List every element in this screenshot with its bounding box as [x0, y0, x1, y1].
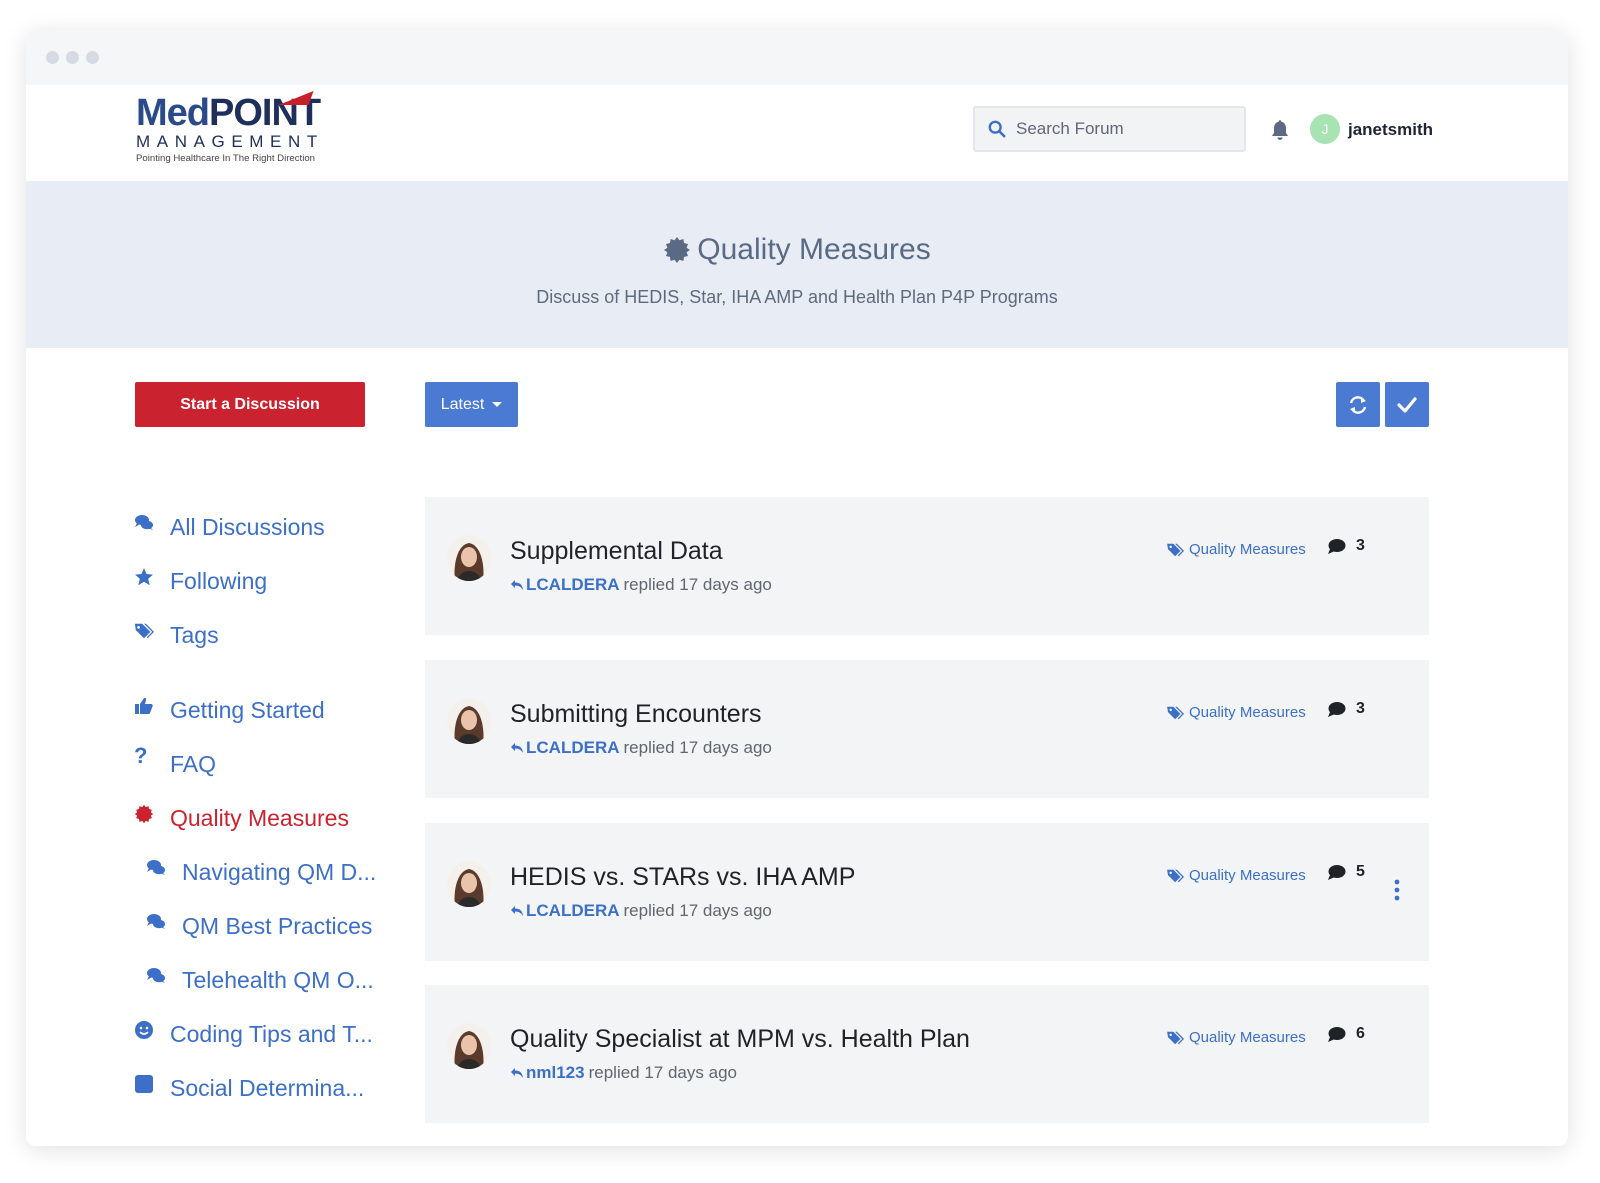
sidebar-item-quality-measures[interactable]: Quality Measures	[134, 791, 394, 845]
discussion-item[interactable]: Submitting Encounters LCALDERA replied 1…	[425, 660, 1429, 798]
sidebar-item-coding-tips[interactable]: Coding Tips and T...	[134, 1007, 394, 1061]
sidebar-item-tags[interactable]: Tags	[134, 608, 394, 662]
start-discussion-button[interactable]: Start a Discussion	[135, 382, 365, 427]
comment-icon	[1328, 864, 1346, 880]
badge-icon	[664, 237, 691, 263]
thumbs-up-icon	[135, 697, 153, 714]
reply-count: 3	[1327, 700, 1365, 718]
author-avatar[interactable]	[447, 1023, 491, 1069]
sidebar-item-social-determinants[interactable]: Social Determina...	[134, 1061, 394, 1115]
reply-icon	[511, 743, 523, 753]
question-icon: ?	[134, 743, 148, 768]
sidebar-item-all-discussions[interactable]: All Discussions	[134, 500, 394, 554]
reply-user-link[interactable]: nml123	[526, 1063, 585, 1083]
category-hero: Quality Measures Discuss of HEDIS, Star,…	[26, 181, 1568, 348]
discussion-item[interactable]: HEDIS vs. STARs vs. IHA AMP LCALDERA rep…	[425, 823, 1429, 961]
reply-user-link[interactable]: LCALDERA	[526, 575, 620, 595]
bell-icon[interactable]	[1270, 119, 1290, 141]
search-input[interactable]	[1016, 119, 1236, 139]
refresh-icon	[1349, 395, 1367, 414]
author-avatar[interactable]	[447, 861, 491, 907]
reply-icon	[511, 906, 523, 916]
search-icon	[988, 120, 1006, 138]
window-titlebar	[26, 30, 1568, 85]
reply-icon	[511, 1068, 523, 1078]
comments-icon	[147, 968, 165, 983]
sidebar-item-following[interactable]: Following	[134, 554, 394, 608]
author-avatar[interactable]	[447, 698, 491, 744]
comments-icon	[147, 914, 165, 929]
caret-down-icon	[492, 402, 503, 407]
site-header: MedPOINT MANAGEMENT Pointing Healthcare …	[26, 85, 1568, 181]
logo-flag-icon	[278, 91, 314, 105]
sidebar-item-telehealth-qm[interactable]: Telehealth QM O...	[134, 953, 394, 1007]
refresh-button[interactable]	[1336, 382, 1380, 427]
square-icon	[135, 1075, 153, 1093]
more-options-icon[interactable]	[1393, 879, 1401, 901]
comment-icon	[1328, 1026, 1346, 1042]
sidebar-item-qm-best-practices[interactable]: QM Best Practices	[134, 899, 394, 953]
reply-count: 3	[1327, 537, 1365, 555]
tag-label[interactable]: Quality Measures	[1166, 541, 1306, 558]
star-icon	[135, 568, 153, 586]
reply-count: 6	[1327, 1025, 1365, 1043]
comment-icon	[1328, 701, 1346, 717]
reply-user-link[interactable]: LCALDERA	[526, 901, 620, 921]
browser-window: MedPOINT MANAGEMENT Pointing Healthcare …	[26, 30, 1568, 1146]
sidebar-item-getting-started[interactable]: Getting Started	[134, 683, 394, 737]
tag-label[interactable]: Quality Measures	[1166, 1029, 1306, 1046]
reply-user-link[interactable]: LCALDERA	[526, 738, 620, 758]
tag-label[interactable]: Quality Measures	[1166, 704, 1306, 721]
discussion-item[interactable]: Supplemental Data LCALDERA replied 17 da…	[425, 497, 1429, 635]
tags-icon	[1167, 706, 1184, 719]
discussion-meta: nml123 replied 17 days ago	[510, 1063, 737, 1083]
medpoint-logo[interactable]: MedPOINT MANAGEMENT Pointing Healthcare …	[136, 91, 326, 173]
search-box[interactable]	[973, 106, 1246, 152]
tags-icon	[134, 623, 154, 639]
tags-icon	[1167, 1031, 1184, 1044]
sidebar-nav: All Discussions Following Tags Getting S…	[134, 500, 394, 1115]
mark-all-read-button[interactable]	[1385, 382, 1429, 427]
discussion-meta: LCALDERA replied 17 days ago	[510, 575, 772, 595]
window-dot	[46, 51, 59, 64]
window-dot	[66, 51, 79, 64]
avatar[interactable]: J	[1310, 114, 1340, 144]
comments-icon	[147, 860, 165, 875]
reply-count: 5	[1327, 863, 1365, 881]
badge-icon	[134, 804, 154, 824]
window-dot	[86, 51, 99, 64]
reply-icon	[511, 580, 523, 590]
username[interactable]: janetsmith	[1348, 120, 1433, 140]
discussion-meta: LCALDERA replied 17 days ago	[510, 901, 772, 921]
comment-icon	[1328, 538, 1346, 554]
user-portrait-icon	[447, 535, 491, 581]
sidebar-item-faq[interactable]: ? FAQ	[134, 737, 394, 791]
discussion-title[interactable]: Submitting Encounters	[510, 700, 762, 729]
tags-icon	[1167, 869, 1184, 882]
discussion-title[interactable]: Supplemental Data	[510, 537, 723, 566]
smile-icon	[135, 1021, 153, 1039]
discussion-meta: LCALDERA replied 17 days ago	[510, 738, 772, 758]
discussion-item[interactable]: Quality Specialist at MPM vs. Health Pla…	[425, 985, 1429, 1123]
tag-label[interactable]: Quality Measures	[1166, 867, 1306, 884]
sidebar-item-navigating-qm[interactable]: Navigating QM D...	[134, 845, 394, 899]
page-title: Quality Measures	[26, 233, 1568, 267]
tags-icon	[1167, 543, 1184, 556]
check-icon	[1397, 396, 1417, 413]
discussion-title[interactable]: Quality Specialist at MPM vs. Health Pla…	[510, 1025, 970, 1054]
comments-icon	[135, 515, 153, 530]
user-portrait-icon	[447, 1023, 491, 1069]
page-description: Discuss of HEDIS, Star, IHA AMP and Heal…	[536, 287, 1058, 307]
author-avatar[interactable]	[447, 535, 491, 581]
user-portrait-icon	[447, 698, 491, 744]
sort-dropdown[interactable]: Latest	[425, 382, 518, 427]
user-portrait-icon	[447, 861, 491, 907]
discussion-title[interactable]: HEDIS vs. STARs vs. IHA AMP	[510, 863, 855, 892]
